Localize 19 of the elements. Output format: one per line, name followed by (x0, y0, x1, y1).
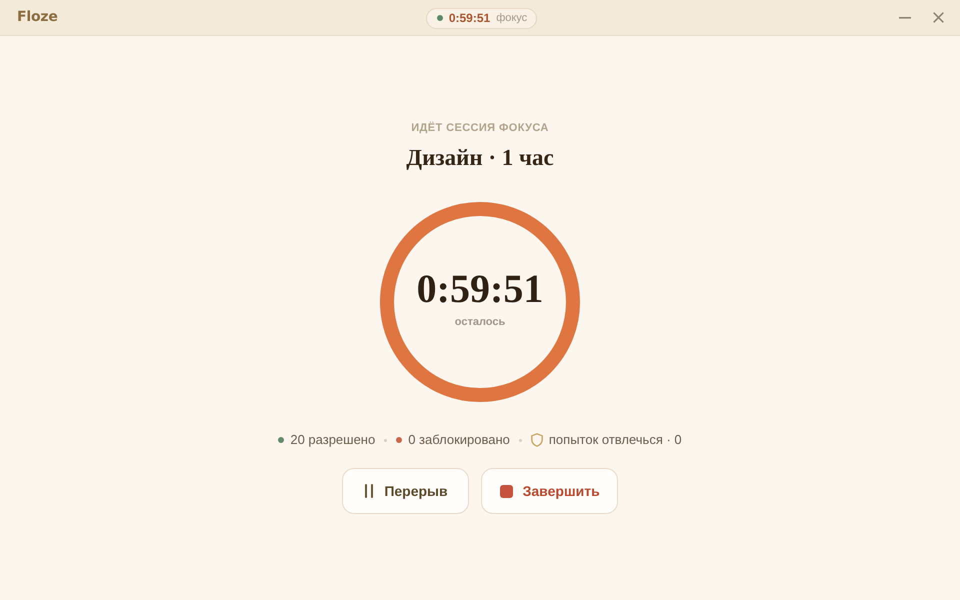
pill-label: фокус (496, 10, 528, 26)
pause-icon (364, 484, 374, 498)
stat-text: попыток отвлечься · 0 (548, 431, 682, 449)
finish-button[interactable]: Завершить (480, 468, 618, 514)
stat-text: 0 заблокировано (408, 431, 510, 449)
pause-button[interactable]: Перерыв (342, 468, 469, 514)
app-logo: Floze (17, 8, 58, 27)
minimize-icon (899, 16, 911, 18)
status-dot-icon (436, 15, 443, 21)
timer-value: 0:59:51 (416, 266, 544, 312)
session-title: Дизайн · 1 час (406, 144, 554, 172)
session-status: ИДЁТ СЕССИЯ ФОКУСА (411, 120, 549, 136)
timer-caption: осталось (454, 315, 506, 329)
stop-icon (500, 484, 513, 498)
stat-text: 20 разрешено (290, 431, 376, 449)
close-icon (932, 12, 944, 23)
pill-time: 0:59:51 (448, 10, 490, 27)
shield-icon (530, 433, 543, 447)
close-button[interactable] (930, 10, 946, 26)
